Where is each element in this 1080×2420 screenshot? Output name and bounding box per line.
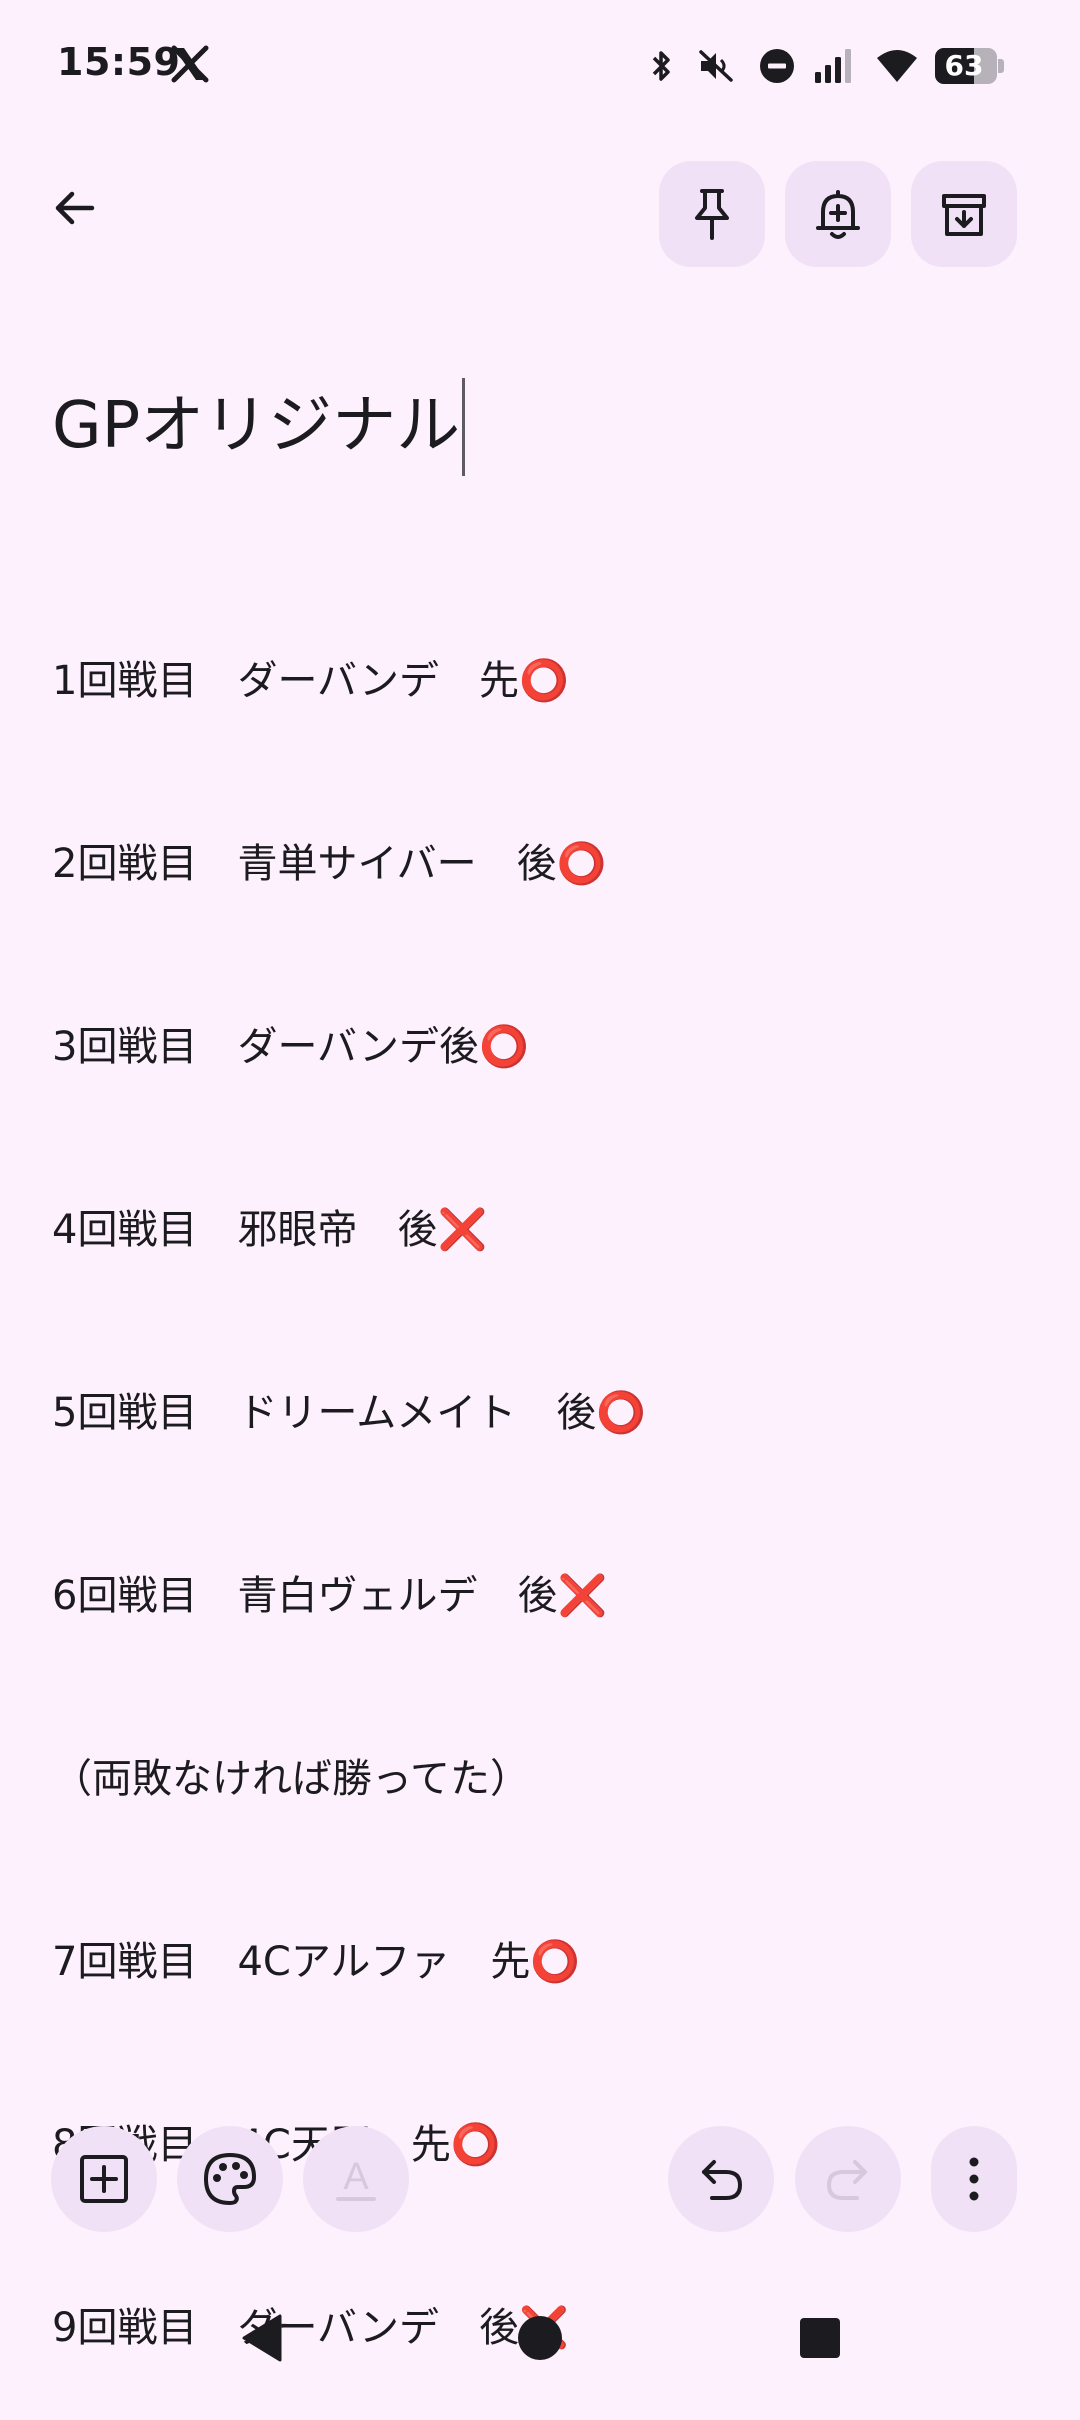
- text-format-icon: A: [336, 2156, 376, 2201]
- system-recents-button[interactable]: [780, 2298, 860, 2378]
- background-color-button[interactable]: [177, 2126, 283, 2232]
- circle-home-icon: [518, 2316, 562, 2360]
- text-format-button[interactable]: A: [303, 2126, 409, 2232]
- status-time: 15:59: [57, 40, 181, 84]
- undo-button[interactable]: [668, 2126, 774, 2232]
- note-line: 6回戦目 青白ヴェルデ 後❌: [52, 1573, 608, 1619]
- pin-button[interactable]: [659, 161, 765, 267]
- signal-icon: [815, 49, 851, 83]
- battery-icon: 63: [935, 48, 1005, 84]
- status-bar: 15:59 63: [0, 0, 1080, 130]
- note-line: 1回戦目 ダーバンデ 先⭕: [52, 658, 569, 704]
- archive-icon: [942, 194, 986, 236]
- palette-icon: [204, 2153, 256, 2205]
- mute-icon: [699, 50, 733, 82]
- battery-level: 63: [944, 49, 984, 82]
- undo-icon: [702, 2160, 743, 2200]
- square-recents-icon: [800, 2318, 840, 2358]
- x-app-icon: [171, 45, 209, 83]
- archive-button[interactable]: [911, 161, 1017, 267]
- text-cursor: [462, 378, 466, 476]
- redo-icon: [826, 2160, 867, 2200]
- add-content-button[interactable]: [51, 2126, 157, 2232]
- wifi-icon: [877, 50, 917, 82]
- note-title: GPオリジナル: [52, 389, 461, 463]
- note-title-field[interactable]: GPオリジナル: [52, 378, 466, 476]
- redo-button[interactable]: [795, 2126, 901, 2232]
- do-not-disturb-icon: [760, 49, 794, 83]
- triangle-back-icon: [242, 2314, 282, 2362]
- pin-icon: [695, 189, 729, 240]
- note-line: 2回戦目 青単サイバー 後⭕: [52, 841, 607, 887]
- note-line: 7回戦目 4Cアルファ 先⭕: [52, 1939, 581, 1985]
- reminder-button[interactable]: [785, 161, 891, 267]
- bluetooth-icon: [652, 51, 670, 81]
- note-line: 4回戦目 邪眼帝 後❌: [52, 1207, 488, 1253]
- note-line: （両敗なければ勝ってた）: [52, 1756, 530, 1802]
- svg-text:A: A: [343, 2156, 369, 2198]
- add-box-icon: [80, 2155, 128, 2203]
- more-vert-icon: [969, 2157, 979, 2201]
- arrow-back-icon: [55, 191, 95, 225]
- note-line: 5回戦目 ドリームメイト 後⭕: [52, 1390, 647, 1436]
- system-home-button[interactable]: [500, 2298, 580, 2378]
- more-options-button[interactable]: [931, 2126, 1017, 2232]
- back-button[interactable]: [36, 170, 112, 246]
- bell-plus-icon: [816, 190, 860, 239]
- note-line: 3回戦目 ダーバンデ後⭕: [52, 1024, 529, 1070]
- system-back-button[interactable]: [222, 2298, 302, 2378]
